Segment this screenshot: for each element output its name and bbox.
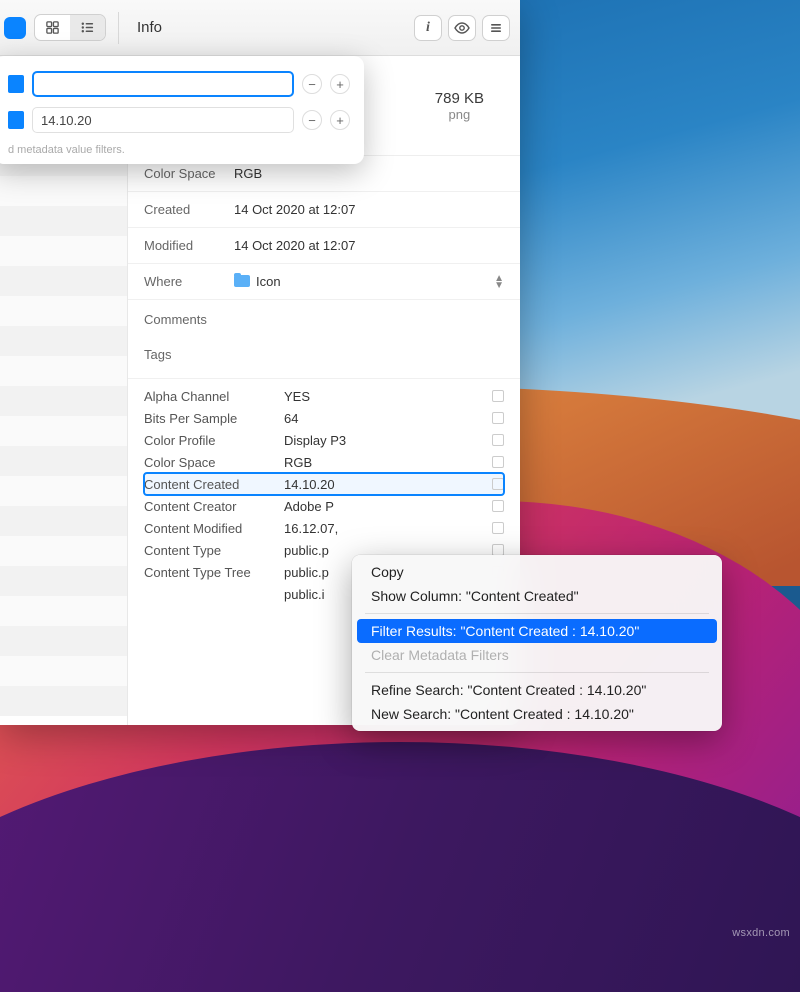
ctx-separator xyxy=(365,672,709,673)
created-row: Created14 Oct 2020 at 12:07 xyxy=(128,192,520,228)
meta-row: Content Modified16.12.07, xyxy=(144,517,504,539)
grid-view-button[interactable] xyxy=(35,15,70,40)
ctx-show-column[interactable]: Show Column: "Content Created" xyxy=(357,584,717,608)
tags-label: Tags xyxy=(128,335,520,379)
filter-tag[interactable]: 14.10.20 xyxy=(32,107,294,133)
ctx-separator xyxy=(365,613,709,614)
meta-checkbox[interactable] xyxy=(492,412,504,424)
toolbar: Info i xyxy=(0,0,520,56)
add-filter-button[interactable]: + xyxy=(330,74,350,94)
toolbar-divider xyxy=(118,12,119,44)
file-size: 789 KB xyxy=(435,90,484,107)
ctx-new-search[interactable]: New Search: "Content Created : 14.10.20" xyxy=(357,702,717,726)
add-filter-button[interactable]: + xyxy=(330,110,350,130)
meta-checkbox[interactable] xyxy=(492,522,504,534)
meta-checkbox[interactable] xyxy=(492,434,504,446)
context-menu: Copy Show Column: "Content Created" Filt… xyxy=(352,555,722,731)
file-icon xyxy=(8,111,24,129)
info-button[interactable]: i xyxy=(414,15,442,41)
meta-row: Content CreatorAdobe P xyxy=(144,495,504,517)
ctx-refine-search[interactable]: Refine Search: "Content Created : 14.10.… xyxy=(357,678,717,702)
meta-checkbox[interactable] xyxy=(492,456,504,468)
meta-row: Color ProfileDisplay P3 xyxy=(144,429,504,451)
folder-icon xyxy=(234,275,250,287)
where-row[interactable]: Where Icon ▲▼ xyxy=(128,264,520,300)
view-mode-segmented[interactable] xyxy=(34,14,106,41)
watermark: wsxdn.com xyxy=(732,927,790,939)
menu-button[interactable] xyxy=(482,15,510,41)
filter-hint: d metadata value filters. xyxy=(8,138,350,156)
window-title: Info xyxy=(131,19,406,36)
comments-label: Comments xyxy=(128,300,520,335)
file-icon xyxy=(8,75,24,93)
meta-checkbox[interactable] xyxy=(492,390,504,402)
meta-checkbox[interactable] xyxy=(492,500,504,512)
list-view-button[interactable] xyxy=(70,15,105,40)
meta-checkbox[interactable] xyxy=(492,478,504,490)
remove-filter-button[interactable]: − xyxy=(302,74,322,94)
meta-row: Alpha ChannelYES xyxy=(144,385,504,407)
modified-row: Modified14 Oct 2020 at 12:07 xyxy=(128,228,520,264)
app-logo-icon xyxy=(4,17,26,39)
ctx-filter-results[interactable]: Filter Results: "Content Created : 14.10… xyxy=(357,619,717,643)
file-extension: png xyxy=(449,107,471,122)
meta-row-content-created[interactable]: Content Created14.10.20 xyxy=(144,473,504,495)
ctx-clear-filters: Clear Metadata Filters xyxy=(357,643,717,667)
meta-row: Bits Per Sample64 xyxy=(144,407,504,429)
ctx-copy[interactable]: Copy xyxy=(357,560,717,584)
remove-filter-button[interactable]: − xyxy=(302,110,322,130)
filter-input[interactable] xyxy=(32,71,294,97)
path-dropdown-icon[interactable]: ▲▼ xyxy=(494,275,504,289)
meta-row: Color SpaceRGB xyxy=(144,451,504,473)
filter-popover: − + 14.10.20 − + d metadata value filter… xyxy=(0,56,364,164)
quicklook-button[interactable] xyxy=(448,15,476,41)
